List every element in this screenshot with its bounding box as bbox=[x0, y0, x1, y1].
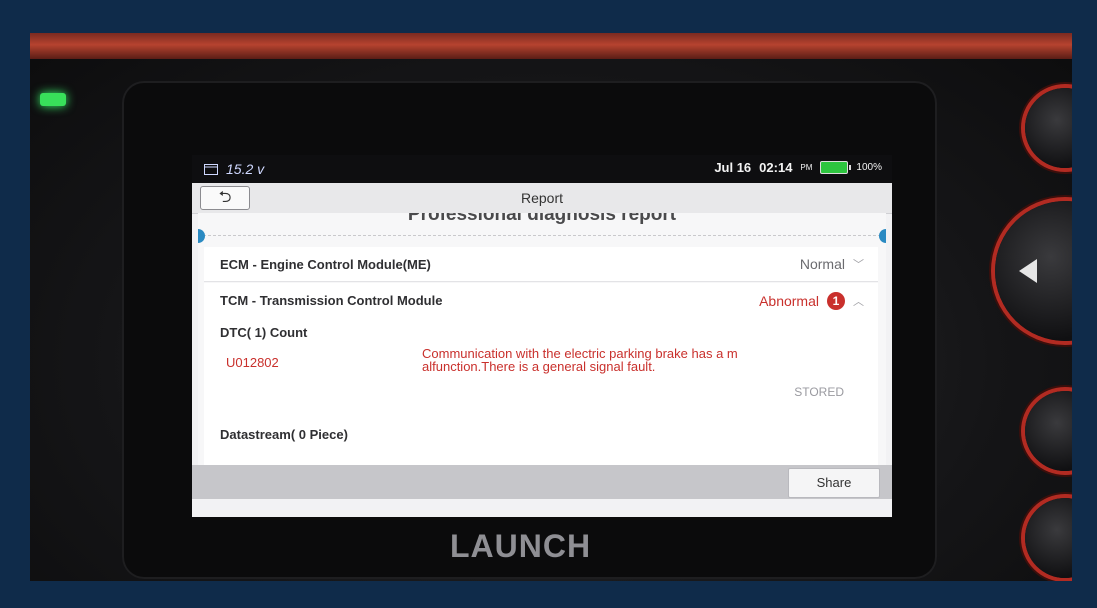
side-button-bottom[interactable] bbox=[1025, 498, 1072, 578]
right-edge-marker bbox=[879, 229, 886, 243]
brand-logo: LAUNCH bbox=[450, 528, 592, 564]
page-title: Report bbox=[520, 190, 564, 206]
voltage-indicator: 15.2 v bbox=[204, 161, 264, 177]
share-button[interactable]: Share bbox=[788, 468, 880, 498]
status-text: Abnormal bbox=[759, 293, 819, 309]
chevron-down-icon: ﹀ bbox=[853, 259, 864, 271]
module-name: TCM - Transmission Control Module bbox=[220, 293, 443, 308]
module-status: Abnormal 1 ︿ bbox=[759, 292, 864, 310]
voltage-value: 15.2 v bbox=[226, 161, 265, 177]
module-row-tcm[interactable]: TCM - Transmission Control Module Abnorm… bbox=[204, 283, 878, 318]
error-count-badge: 1 bbox=[827, 292, 845, 310]
power-led bbox=[40, 93, 66, 106]
module-row-ecm[interactable]: ECM - Engine Control Module(ME) Normal ﹀ bbox=[204, 247, 878, 282]
module-name: ECM - Engine Control Module(ME) bbox=[220, 257, 431, 272]
dtc-count-label: DTC( 1) Count bbox=[220, 325, 308, 340]
heading-divider bbox=[198, 235, 886, 236]
dtc-state: STORED bbox=[794, 385, 844, 399]
dtc-description: Communication with the electric parking … bbox=[422, 346, 738, 374]
dpad-button[interactable] bbox=[995, 201, 1072, 341]
module-status: Normal ﹀ bbox=[800, 256, 864, 272]
side-button-middle[interactable] bbox=[1025, 391, 1072, 471]
battery-icon bbox=[820, 161, 852, 174]
battery-percent: 100% bbox=[856, 162, 882, 173]
chevron-up-icon: ︿ bbox=[853, 296, 864, 308]
status-text: Normal bbox=[799, 256, 845, 272]
report-heading: Professional diagnosis report bbox=[407, 213, 677, 225]
status-right: Jul 16 02:14 PM 100% bbox=[714, 160, 882, 175]
bottom-bar: Share bbox=[192, 465, 892, 499]
left-edge-marker bbox=[198, 229, 205, 243]
status-ampm: PM bbox=[800, 163, 813, 172]
device-rim bbox=[30, 33, 1072, 59]
status-time: 02:14 bbox=[759, 160, 793, 175]
status-bar: 15.2 v Jul 16 02:14 PM 100% bbox=[192, 155, 892, 183]
calendar-icon bbox=[204, 164, 218, 175]
side-button-top[interactable] bbox=[1025, 88, 1072, 168]
datastream-label: Datastream( 0 Piece) bbox=[220, 427, 348, 442]
dtc-code: U012802 bbox=[226, 355, 279, 370]
title-bar: ⮌ Report bbox=[192, 183, 892, 214]
status-date: Jul 16 bbox=[714, 160, 752, 175]
arrow-left-icon bbox=[1019, 259, 1037, 283]
module-detail: DTC( 1) Count U012802 Communication with… bbox=[204, 317, 878, 465]
device-screen: 15.2 v Jul 16 02:14 PM 100% ⮌ Report Pro… bbox=[192, 155, 892, 517]
device-photo: LAUNCH 15.2 v Jul 16 02:14 PM 100% ⮌ Rep… bbox=[30, 33, 1072, 581]
report-content[interactable]: Professional diagnosis report ECM - Engi… bbox=[198, 213, 886, 465]
